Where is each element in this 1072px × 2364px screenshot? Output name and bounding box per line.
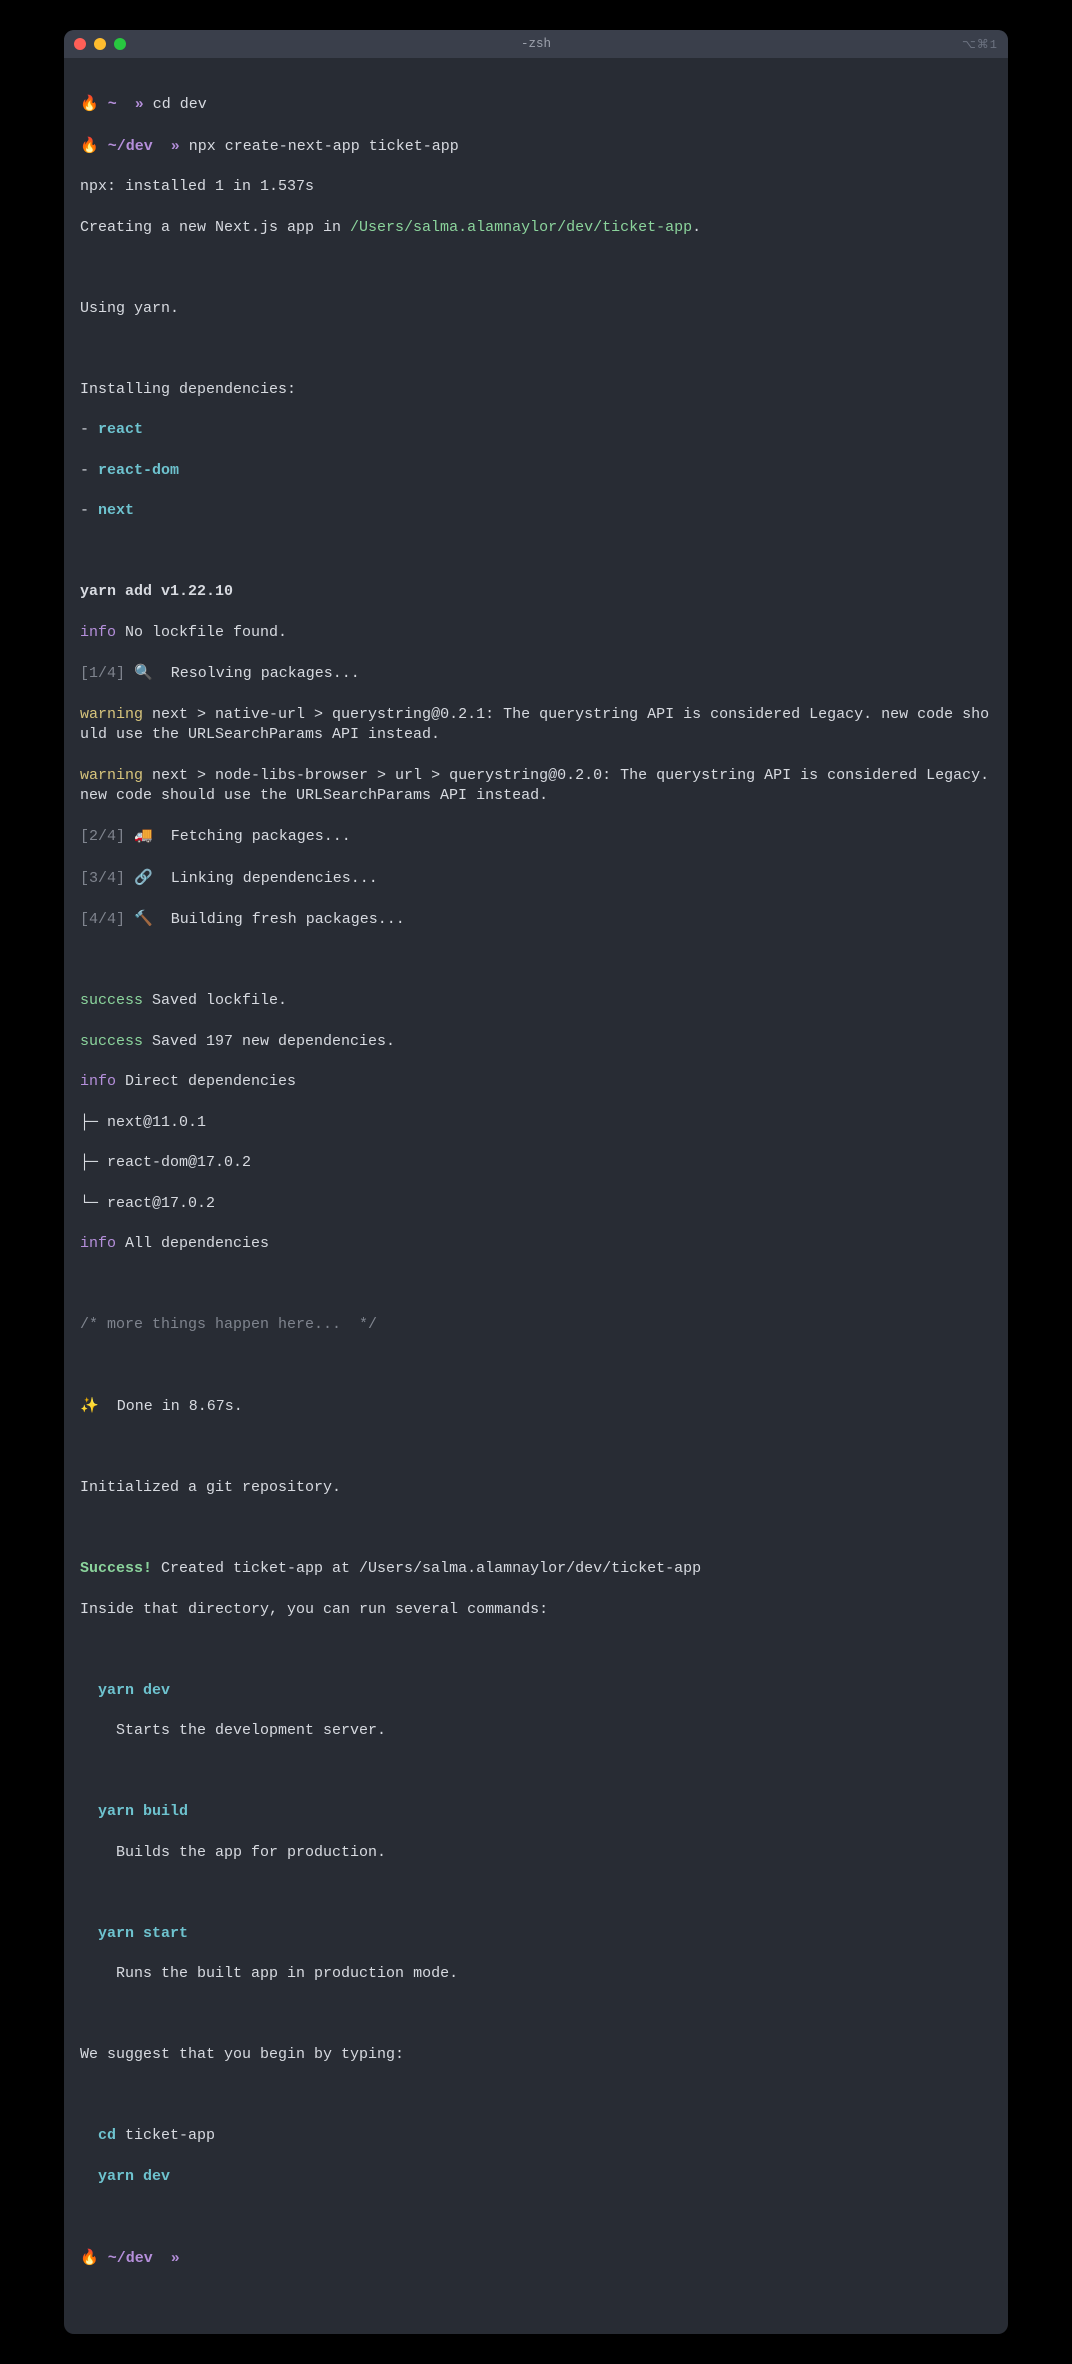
fire-icon: 🔥 (80, 95, 99, 112)
success-label: success (80, 1033, 143, 1050)
warning-label: warning (80, 767, 143, 784)
hammer-icon: 🔨 (134, 910, 153, 927)
titlebar[interactable]: -zsh ⌥⌘1 (64, 30, 1008, 58)
success-label: success (80, 992, 143, 1009)
output-line: info No lockfile found. (80, 623, 992, 643)
info-text: Direct dependencies (116, 1073, 296, 1090)
step-label: [3/4] (80, 870, 125, 887)
close-icon[interactable] (74, 38, 86, 50)
output-line: info All dependencies (80, 1234, 992, 1254)
prompt-line[interactable]: 🔥 ~/dev » (80, 2248, 992, 2269)
magnifier-icon: 🔍 (134, 664, 153, 681)
output-line: Inside that directory, you can run sever… (80, 1600, 992, 1620)
info-text: All dependencies (116, 1235, 269, 1252)
command-hint: cd ticket-app (80, 2126, 992, 2146)
step-label: [4/4] (80, 911, 125, 928)
warning-label: warning (80, 706, 143, 723)
prompt-command: cd dev (153, 96, 207, 113)
success-label: Success! (80, 1560, 152, 1577)
traffic-lights (74, 38, 126, 50)
prompt-arrows: » (171, 2250, 180, 2267)
output-line: info Direct dependencies (80, 1072, 992, 1092)
output-line: npx: installed 1 in 1.537s (80, 177, 992, 197)
step-line: [4/4] 🔨 Building fresh packages... (80, 909, 992, 930)
info-label: info (80, 624, 116, 641)
step-line: [3/4] 🔗 Linking dependencies... (80, 868, 992, 889)
step-label: [1/4] (80, 665, 125, 682)
prompt-arrows: » (171, 138, 180, 155)
step-text: Resolving packages... (153, 665, 360, 682)
prompt-line: 🔥 ~/dev » npx create-next-app ticket-app (80, 136, 992, 157)
tree-line: └─ react@17.0.2 (80, 1194, 992, 1214)
success-line: success Saved 197 new dependencies. (80, 1032, 992, 1052)
dep-line: - react (80, 420, 992, 440)
output-line: Installing dependencies: (80, 380, 992, 400)
warning-text: next > native-url > querystring@0.2.1: T… (80, 706, 989, 743)
command-hint: yarn start (80, 1924, 992, 1944)
prompt-arrows: » (135, 96, 144, 113)
info-text: No lockfile found. (116, 624, 287, 641)
prompt-path: ~ (108, 96, 117, 113)
done-text: Done in 8.67s. (99, 1398, 243, 1415)
minimize-icon[interactable] (94, 38, 106, 50)
sparkles-icon: ✨ (80, 1397, 99, 1414)
dep-line: - react-dom (80, 461, 992, 481)
creating-path: /Users/salma.alamnaylor/dev/ticket-app (350, 219, 692, 236)
command-hint: yarn dev (80, 2167, 992, 2187)
success-text: Saved lockfile. (143, 992, 287, 1009)
comment-line: /* more things happen here... */ (80, 1315, 992, 1335)
output-line: yarn add v1.22.10 (80, 582, 992, 602)
warning-line: warning next > node-libs-browser > url >… (80, 766, 992, 807)
output-line: We suggest that you begin by typing: (80, 2045, 992, 2065)
step-line: [2/4] 🚚 Fetching packages... (80, 826, 992, 847)
success-line: success Saved lockfile. (80, 991, 992, 1011)
done-line: ✨ Done in 8.67s. (80, 1396, 992, 1417)
step-text: Building fresh packages... (153, 911, 405, 928)
terminal-output[interactable]: 🔥 ~ » cd dev 🔥 ~/dev » npx create-next-a… (64, 58, 1008, 2334)
step-text: Linking dependencies... (153, 870, 378, 887)
dep-name: react (98, 421, 143, 438)
cd-arg: ticket-app (116, 2127, 215, 2144)
tree-line: ├─ next@11.0.1 (80, 1113, 992, 1133)
success-text: Saved 197 new dependencies. (143, 1033, 395, 1050)
prompt-line: 🔥 ~ » cd dev (80, 94, 992, 115)
maximize-icon[interactable] (114, 38, 126, 50)
prompt-path: ~/dev (108, 138, 153, 155)
prompt-path: ~/dev (108, 2250, 153, 2267)
terminal-window: -zsh ⌥⌘1 🔥 ~ » cd dev 🔥 ~/dev » npx crea… (64, 30, 1008, 2334)
output-line: Using yarn. (80, 299, 992, 319)
prompt-command: npx create-next-app ticket-app (189, 138, 459, 155)
truck-icon: 🚚 (134, 827, 153, 844)
info-label: info (80, 1235, 116, 1252)
dep-line: - next (80, 501, 992, 521)
tree-line: ├─ react-dom@17.0.2 (80, 1153, 992, 1173)
window-shortcut-hint: ⌥⌘1 (962, 37, 998, 52)
success-text: Created ticket-app at /Users/salma.alamn… (152, 1560, 701, 1577)
output-line: Creating a new Next.js app in /Users/sal… (80, 218, 992, 238)
cd-command: cd (80, 2127, 116, 2144)
command-hint: yarn dev (80, 1681, 992, 1701)
command-hint: yarn build (80, 1802, 992, 1822)
info-label: info (80, 1073, 116, 1090)
fire-icon: 🔥 (80, 137, 99, 154)
fire-icon: 🔥 (80, 2249, 99, 2266)
warning-line: warning next > native-url > querystring@… (80, 705, 992, 746)
step-label: [2/4] (80, 828, 125, 845)
step-line: [1/4] 🔍 Resolving packages... (80, 663, 992, 684)
output-line: Initialized a git repository. (80, 1478, 992, 1498)
dep-name: next (98, 502, 134, 519)
window-title: -zsh (521, 37, 551, 51)
step-text: Fetching packages... (153, 828, 351, 845)
creating-period: . (692, 219, 701, 236)
creating-prefix: Creating a new Next.js app in (80, 219, 350, 236)
warning-text: next > node-libs-browser > url > queryst… (80, 767, 998, 804)
command-desc: Runs the built app in production mode. (80, 1964, 992, 1984)
command-desc: Builds the app for production. (80, 1843, 992, 1863)
success-line: Success! Created ticket-app at /Users/sa… (80, 1559, 992, 1579)
link-icon: 🔗 (134, 869, 153, 886)
dep-name: react-dom (98, 462, 179, 479)
command-desc: Starts the development server. (80, 1721, 992, 1741)
